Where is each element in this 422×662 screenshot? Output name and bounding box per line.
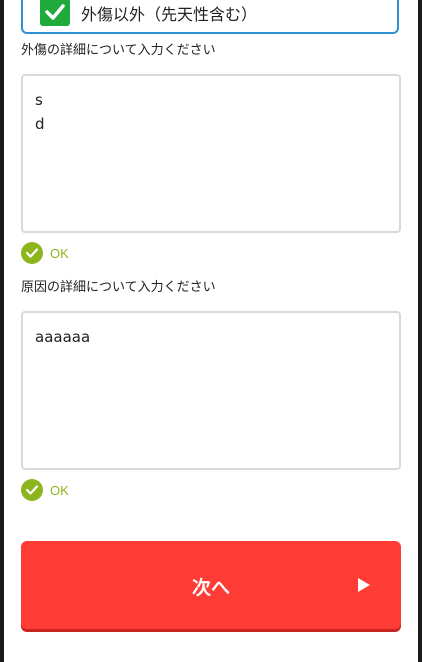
ok-text: OK: [50, 245, 69, 261]
cause-detail-textarea[interactable]: aaaaaa: [21, 311, 401, 470]
trauma-detail-label: 外傷の詳細について入力ください: [21, 43, 216, 58]
next-button-label: 次へ: [191, 577, 230, 599]
play-triangle-icon: [358, 578, 370, 592]
option-non-trauma[interactable]: 外傷以外（先天性含む）: [21, 0, 399, 34]
form-page: 外傷以外（先天性含む） 外傷の詳細について入力ください s d OK 原因の詳細…: [4, 0, 418, 662]
trauma-detail-textarea[interactable]: s d: [21, 74, 401, 233]
option-label: 外傷以外（先天性含む）: [81, 5, 258, 24]
checkbox[interactable]: [40, 0, 70, 26]
ok-check-circle-icon: [21, 242, 43, 264]
cause-detail-label: 原因の詳細について入力ください: [21, 280, 216, 295]
cause-detail-status: OK: [21, 478, 69, 502]
ok-check-circle-icon: [21, 479, 43, 501]
check-icon: [45, 4, 65, 20]
ok-text: OK: [50, 482, 69, 498]
next-button[interactable]: 次へ: [21, 541, 401, 629]
trauma-detail-status: OK: [21, 241, 69, 265]
